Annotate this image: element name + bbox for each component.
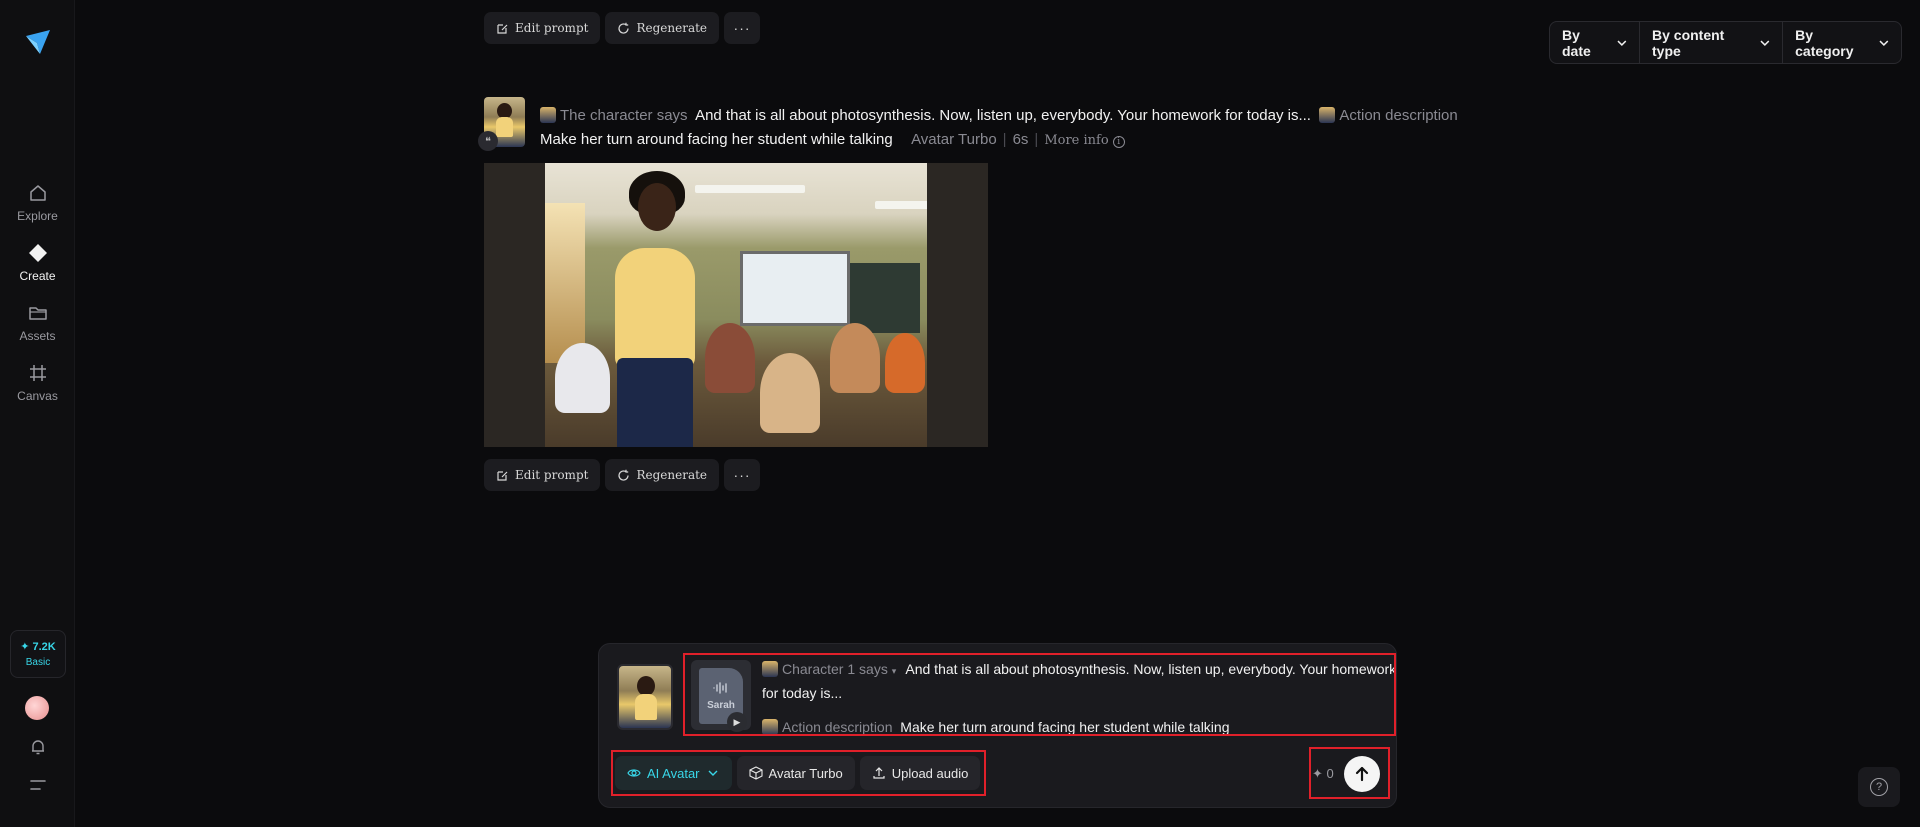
classroom-scene: [545, 163, 927, 447]
regenerate-button[interactable]: Regenerate: [605, 12, 720, 44]
filter-by-content-type[interactable]: By content type: [1639, 22, 1782, 63]
edit-prompt-label: Edit prompt: [515, 468, 589, 482]
nav-explore[interactable]: Explore: [0, 183, 75, 223]
bell-icon[interactable]: [29, 738, 47, 756]
filter-bar: By date By content type By category: [1549, 21, 1902, 64]
character-reference-image[interactable]: [617, 664, 673, 730]
home-icon: [29, 185, 46, 201]
more-info-label: More info: [1044, 133, 1109, 148]
more-options-button[interactable]: ···: [724, 459, 761, 491]
logo-icon[interactable]: [24, 28, 52, 56]
menu-icon[interactable]: [29, 778, 47, 792]
highlight-submit-box: [1309, 747, 1390, 799]
filter-by-date-label: By date: [1562, 26, 1591, 59]
filter-by-category-label: By category: [1795, 26, 1854, 59]
nav-assets-label: Assets: [19, 329, 56, 343]
nav-canvas[interactable]: Canvas: [0, 363, 75, 403]
folder-icon: [28, 307, 47, 320]
nav-create[interactable]: Create: [0, 243, 75, 283]
nav-create-label: Create: [19, 269, 56, 283]
filter-by-category[interactable]: By category: [1782, 22, 1901, 63]
edit-icon: [497, 23, 508, 34]
regenerate-label: Regenerate: [636, 21, 708, 35]
speech-label: The character says: [560, 107, 688, 124]
credits-amount: ✦ 7.2K: [20, 641, 56, 653]
action-chip-icon: [1319, 107, 1336, 123]
sidebar: Explore Create Assets Canvas ✦ 7.2K Basi…: [0, 0, 75, 827]
filter-by-content-type-label: By content type: [1652, 26, 1725, 59]
chevron-down-icon: [1760, 40, 1770, 46]
filter-by-date[interactable]: By date: [1550, 22, 1639, 63]
help-icon: ?: [1870, 778, 1888, 796]
chevron-down-icon: [1617, 40, 1627, 46]
highlight-prompt-box: [683, 653, 1396, 736]
edit-prompt-button[interactable]: Edit prompt: [484, 459, 601, 491]
refresh-icon: [618, 22, 630, 34]
highlight-tools-box: [611, 750, 986, 796]
more-options-button[interactable]: ···: [724, 12, 761, 44]
action-label: Action description: [1339, 107, 1458, 124]
quote-icon: ❝: [478, 131, 498, 151]
help-button[interactable]: ?: [1858, 767, 1900, 807]
canvas-icon: [29, 365, 46, 381]
more-info-link[interactable]: More info i: [1044, 133, 1125, 148]
edit-prompt-label: Edit prompt: [515, 21, 589, 35]
prompt-composer: Sarah ▶ Character 1 says ▾ And that is a…: [598, 643, 1397, 808]
nav-explore-label: Explore: [17, 209, 58, 223]
credits-badge[interactable]: ✦ 7.2K Basic: [10, 630, 66, 678]
speech-text: And that is all about photosynthesis. No…: [695, 107, 1311, 124]
regenerate-button[interactable]: Regenerate: [605, 459, 720, 491]
character-chip-icon: [540, 107, 556, 123]
duration-tag: 6s: [1012, 131, 1029, 148]
edit-prompt-button[interactable]: Edit prompt: [484, 12, 601, 44]
action-text: Make her turn around facing her student …: [540, 131, 893, 148]
item-actions: Edit prompt Regenerate ···: [484, 459, 761, 491]
info-icon: i: [1112, 136, 1125, 148]
plan-label: Basic: [25, 657, 51, 668]
nav-assets[interactable]: Assets: [0, 303, 75, 343]
nav-canvas-label: Canvas: [17, 389, 58, 403]
diamond-icon: [28, 244, 47, 262]
generated-video-preview[interactable]: [484, 163, 988, 447]
chevron-down-icon: [1879, 40, 1889, 46]
edit-icon: [497, 470, 508, 481]
refresh-icon: [618, 469, 630, 481]
previous-item-actions: Edit prompt Regenerate ···: [484, 12, 761, 44]
user-avatar[interactable]: [25, 696, 49, 720]
regenerate-label: Regenerate: [636, 468, 708, 482]
model-tag: Avatar Turbo: [911, 131, 997, 148]
item-prompt: The character says And that is all about…: [540, 107, 1458, 148]
